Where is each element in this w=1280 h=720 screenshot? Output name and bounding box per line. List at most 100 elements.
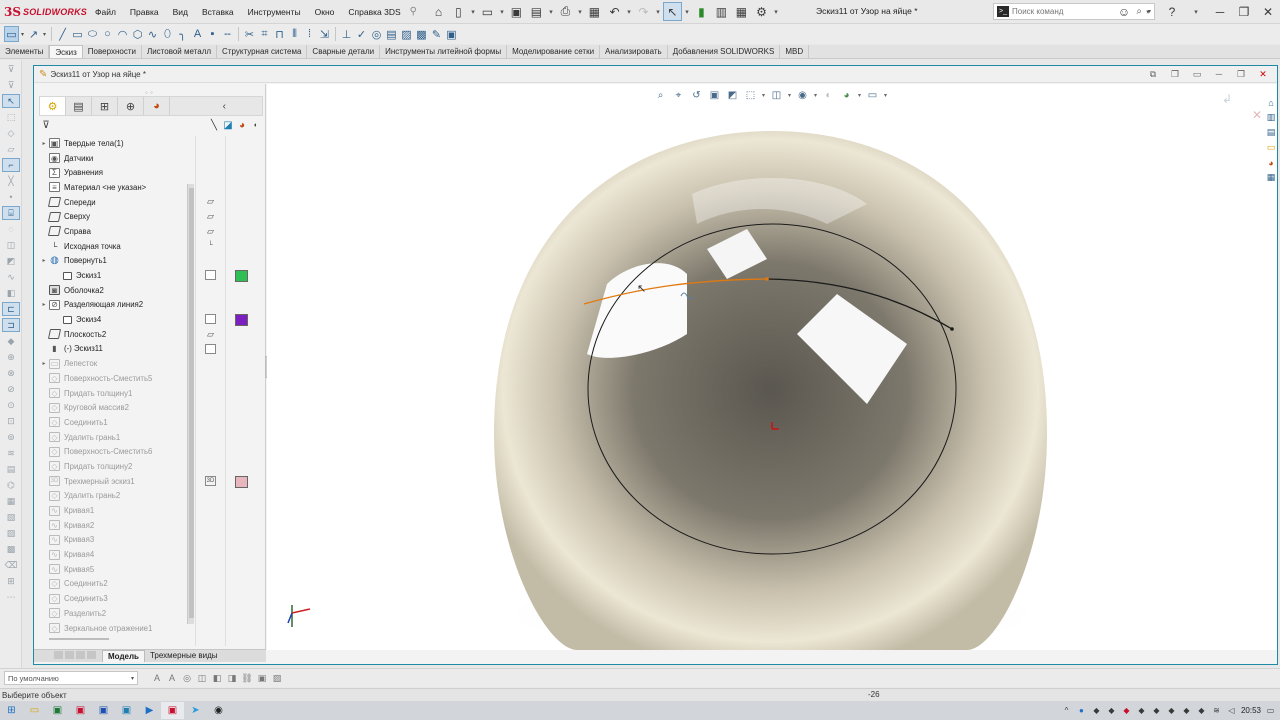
feature-tree-scrollbar[interactable] bbox=[187, 184, 194, 624]
tree-node[interactable]: ∿ Кривая5 bbox=[39, 562, 187, 577]
expand-arrow-icon[interactable]: ▸ bbox=[39, 257, 49, 264]
chevron-down-icon[interactable]: ▾ bbox=[1136, 3, 1160, 22]
tree-node[interactable]: ◇ Придать толщину1 bbox=[39, 386, 187, 401]
slot-icon[interactable]: ⬭ bbox=[85, 26, 100, 42]
circle-icon[interactable]: ○ bbox=[100, 26, 115, 42]
zoom-to-fit-icon[interactable]: ⌕ bbox=[652, 87, 669, 103]
shaded-contours-icon[interactable]: ▩ bbox=[414, 26, 429, 42]
filter-centroid-icon[interactable]: ⊗ bbox=[2, 366, 20, 380]
graphics-viewport[interactable]: ↖ ⌕ ⌖ ↺ ▣ ◩ ⬚ ▾ ◫ ▾ ◉ ▾ ◐ ◕ ▾ ▭ ▾ ↲ ✕ bbox=[267, 84, 1277, 650]
annotation-icon[interactable]: A bbox=[165, 671, 179, 685]
chevron-down-icon[interactable]: ▾ bbox=[547, 2, 555, 21]
transparency-icon[interactable]: ◐ bbox=[249, 118, 263, 132]
filter-sketch-points-icon[interactable]: ⊐ bbox=[2, 318, 20, 332]
model-scene[interactable] bbox=[267, 84, 1277, 650]
collapse-panel-icon[interactable]: ‹ bbox=[223, 101, 226, 112]
link-icon[interactable]: ⛓ bbox=[240, 671, 254, 685]
origin-visibility-icon[interactable]: └ bbox=[205, 241, 216, 251]
solidworks-logo[interactable]: 3S SOLIDWORKS bbox=[0, 5, 88, 19]
minimize-icon[interactable]: ─ bbox=[1209, 68, 1229, 80]
tree-node[interactable]: ▮ (-) Эскиз11 bbox=[39, 342, 187, 357]
select-filter-icon[interactable]: ↖ bbox=[2, 94, 20, 108]
tree-node[interactable]: ▸ ◍ Повернуть1 bbox=[39, 254, 187, 269]
linear-pattern-icon[interactable]: ⁞ bbox=[302, 26, 317, 42]
move-entities-icon[interactable]: ⇲ bbox=[317, 26, 332, 42]
chevron-down-icon[interactable]: ▾ bbox=[882, 87, 889, 103]
tree-node[interactable]: Плоскость2 bbox=[39, 327, 187, 342]
tree-node[interactable]: Эскиз1 bbox=[39, 268, 187, 283]
chevron-down-icon[interactable]: ▾ bbox=[683, 2, 691, 21]
section-view-icon[interactable]: ▣ bbox=[706, 87, 723, 103]
filter-planes-icon[interactable]: ▱ bbox=[2, 142, 20, 156]
arc-icon[interactable]: ◠ bbox=[115, 26, 130, 42]
filter-centers-icon[interactable]: ⊕ bbox=[2, 350, 20, 364]
plane-visibility-icon[interactable]: ▱ bbox=[205, 211, 216, 222]
tree-node[interactable]: ◇ Разделить2 bbox=[39, 606, 187, 621]
offset-icon[interactable]: ⊓ bbox=[272, 26, 287, 42]
tree-node[interactable]: ∿ Кривая4 bbox=[39, 547, 187, 562]
filter-revision-icon[interactable]: ▨ bbox=[2, 526, 20, 540]
display-mode-icon[interactable]: ◪ bbox=[221, 118, 235, 132]
appearance-icon[interactable]: ◕ bbox=[235, 118, 249, 132]
save-all-icon[interactable]: ▤ bbox=[527, 2, 546, 21]
plane-visibility-icon[interactable]: ▱ bbox=[205, 226, 216, 236]
property-manager-tab-icon[interactable]: ▤ bbox=[66, 97, 92, 115]
chevron-down-icon[interactable]: ▾ bbox=[41, 26, 48, 42]
filter-faces-icon[interactable]: ⊽ bbox=[2, 78, 20, 92]
edit-icon[interactable]: ✎ bbox=[429, 26, 444, 42]
tree-node[interactable]: Эскиз4 bbox=[39, 312, 187, 327]
previous-view-icon[interactable]: ↺ bbox=[688, 87, 705, 103]
clock[interactable]: 20:53 bbox=[1241, 706, 1261, 715]
confirmation-corner-accept-icon[interactable]: ↲ bbox=[1222, 92, 1232, 106]
centerline-icon[interactable]: ╌ bbox=[220, 26, 235, 42]
view-orientation-icon[interactable]: ⬚ bbox=[742, 87, 759, 103]
tree-node[interactable]: Σ Уравнения bbox=[39, 165, 187, 180]
layer-icon[interactable]: ◧ bbox=[210, 671, 224, 685]
wifi-icon[interactable]: ≋ bbox=[1211, 705, 1222, 717]
tree-node[interactable]: Справа bbox=[39, 224, 187, 239]
print-preview-icon[interactable]: ▦ bbox=[585, 2, 604, 21]
tree-node[interactable]: ◇ Соединить1 bbox=[39, 415, 187, 430]
tab-0[interactable]: Элементы bbox=[0, 45, 50, 58]
resources-icon[interactable]: ▥ bbox=[1264, 110, 1278, 125]
sketch-visibility-icon[interactable] bbox=[205, 270, 216, 281]
dimxpert-manager-tab-icon[interactable]: ⊕ bbox=[118, 97, 144, 115]
tree-node[interactable]: ◇ Удалить грань1 bbox=[39, 430, 187, 445]
tab-3d-views[interactable]: Трехмерные виды bbox=[145, 650, 223, 662]
arrange-icon[interactable]: ▭ bbox=[1187, 68, 1207, 80]
tab-3[interactable]: Листовой металл bbox=[142, 45, 218, 58]
display-relations-icon[interactable]: ⊥ bbox=[339, 26, 354, 42]
tree-node[interactable]: 3D Трехмерный эскиз1 bbox=[39, 474, 187, 489]
view-settings-icon[interactable]: ▭ bbox=[864, 87, 881, 103]
layout-icon[interactable]: ▦ bbox=[732, 2, 751, 21]
menu-edit[interactable]: Правка bbox=[123, 7, 166, 17]
smart-dimension-icon[interactable]: ↗ bbox=[26, 26, 41, 42]
filter-icon[interactable]: ⊽ bbox=[39, 118, 53, 132]
tree-node[interactable]: ◇ Поверхность-Сместить6 bbox=[39, 444, 187, 459]
filter-icon[interactable]: ⊽ bbox=[2, 62, 20, 76]
sketch-icon[interactable]: ▭ bbox=[4, 26, 19, 42]
tray-app-icon[interactable]: ◆ bbox=[1181, 705, 1192, 717]
filter-edges-icon[interactable]: ⬚ bbox=[2, 110, 20, 124]
menu-file[interactable]: Файл bbox=[88, 7, 123, 17]
sketch-endpoint[interactable] bbox=[950, 327, 954, 331]
convert-entities-icon[interactable]: ⌗ bbox=[257, 26, 272, 42]
text-style-icon[interactable]: A bbox=[150, 671, 164, 685]
filter-routing-icon[interactable]: ⌬ bbox=[2, 478, 20, 492]
document-tab[interactable]: ✎ Эскиз11 от Узор на яйце * ⧉ ❐ ▭ ─ ❐ ✕ bbox=[34, 66, 1277, 83]
filter-hole-table-icon[interactable]: ▧ bbox=[2, 510, 20, 524]
filter-clear-icon[interactable]: ⌫ bbox=[2, 558, 20, 572]
word-icon[interactable]: ▣ bbox=[92, 702, 115, 719]
tree-node[interactable]: ◇ Придать толщину2 bbox=[39, 459, 187, 474]
filter-balloons-icon[interactable]: ⊚ bbox=[2, 430, 20, 444]
sketch-visibility-icon[interactable] bbox=[205, 314, 216, 325]
feature-manager-tab-icon[interactable]: ⚙ bbox=[40, 97, 66, 115]
microphone-icon[interactable]: ● bbox=[1076, 705, 1087, 717]
select-icon[interactable]: ↖ bbox=[662, 2, 682, 21]
file-properties-icon[interactable]: ▥ bbox=[712, 2, 731, 21]
chevron-down-icon[interactable]: ▾ bbox=[498, 2, 506, 21]
plane-visibility-icon[interactable]: ▱ bbox=[205, 329, 216, 339]
minimize-icon[interactable]: ─ bbox=[1208, 3, 1232, 22]
filter-vertices-icon[interactable]: ◇ bbox=[2, 126, 20, 140]
scrollbar-thumb[interactable] bbox=[189, 188, 194, 618]
